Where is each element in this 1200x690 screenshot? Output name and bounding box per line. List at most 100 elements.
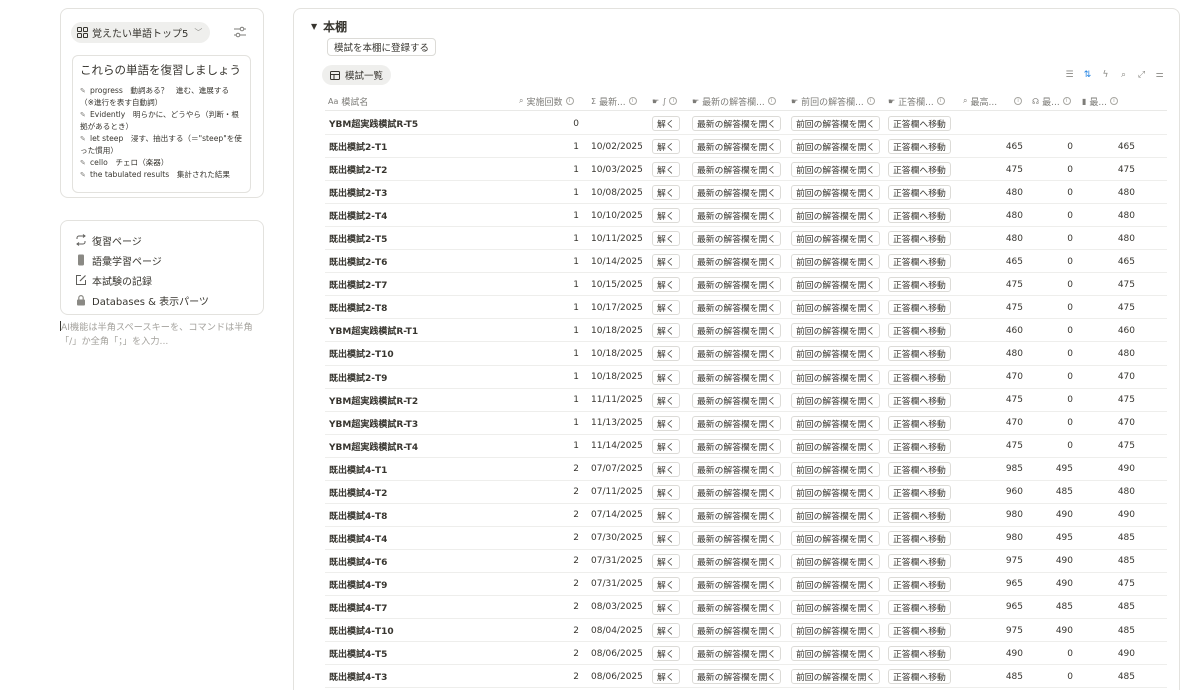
open-prev-sheet-button[interactable]: 前回の解答欄を開く	[791, 277, 881, 293]
open-prev-sheet-button[interactable]: 前回の解答欄を開く	[791, 415, 881, 431]
exam-name[interactable]: 既出模試4-T3	[329, 665, 387, 688]
solve-button[interactable]: 解く	[652, 254, 680, 270]
open-prev-sheet-button[interactable]: 前回の解答欄を開く	[791, 185, 881, 201]
automation-icon[interactable]: ϟ	[1100, 69, 1111, 80]
table-row[interactable]: 既出模試2-T9 1 10/18/2025 解く 最新の解答欄を開く 前回の解答欄を開く正…	[325, 366, 1167, 389]
go-correct-sheet-button[interactable]: 正答欄へ移動	[888, 346, 951, 362]
search-icon[interactable]: ⌕	[1118, 69, 1129, 80]
exam-name[interactable]: 既出模試2-T8	[329, 296, 387, 319]
solve-button[interactable]: 解く	[652, 438, 680, 454]
solve-button[interactable]: 解く	[652, 461, 680, 477]
solve-button[interactable]: 解く	[652, 392, 680, 408]
nav-review-page[interactable]: 復習ページ	[75, 231, 142, 249]
table-row[interactable]: 既出模試2-T6 1 10/14/2025 解く 最新の解答欄を開く 前回の解答欄を開く正…	[325, 250, 1167, 274]
open-latest-sheet-button[interactable]: 最新の解答欄を開く	[692, 162, 782, 178]
table-row[interactable]: 既出模試2-T2 1 10/03/2025 解く 最新の解答欄を開く 前回の解答欄を開く正…	[325, 158, 1167, 182]
solve-button[interactable]: 解く	[652, 162, 680, 178]
open-latest-sheet-button[interactable]: 最新の解答欄を開く	[692, 185, 782, 201]
open-latest-sheet-button[interactable]: 最新の解答欄を開く	[692, 277, 782, 293]
open-latest-sheet-button[interactable]: 最新の解答欄を開く	[692, 461, 782, 477]
exam-name[interactable]: 既出模試4-T9	[329, 573, 387, 596]
open-latest-sheet-button[interactable]: 最新の解答欄を開く	[692, 599, 782, 615]
table-row[interactable]: 既出模試4-T4 2 07/30/2025 解く 最新の解答欄を開く 前回の解答欄を開く正…	[325, 527, 1167, 550]
go-correct-sheet-button[interactable]: 正答欄へ移動	[888, 599, 951, 615]
go-correct-sheet-button[interactable]: 正答欄へ移動	[888, 277, 951, 293]
exam-name[interactable]: 既出模試2-T7	[329, 273, 387, 296]
col-name[interactable]: Aa 模試名	[328, 91, 368, 111]
go-correct-sheet-button[interactable]: 正答欄へ移動	[888, 162, 951, 178]
open-latest-sheet-button[interactable]: 最新の解答欄を開く	[692, 530, 782, 546]
open-latest-sheet-button[interactable]: 最新の解答欄を開く	[692, 553, 782, 569]
exam-name[interactable]: 既出模試2-T1	[329, 135, 387, 158]
table-row[interactable]: 既出模試4-T2 2 07/11/2025 解く 最新の解答欄を開く 前回の解答欄を開く正…	[325, 481, 1167, 504]
col-prev-sheet[interactable]: ☛ 前回の解答欄... i	[791, 91, 875, 111]
exam-name[interactable]: YBM超実践模試R-T5	[329, 112, 418, 135]
open-latest-sheet-button[interactable]: 最新の解答欄を開く	[692, 369, 782, 385]
open-latest-sheet-button[interactable]: 最新の解答欄を開く	[692, 231, 782, 247]
open-latest-sheet-button[interactable]: 最新の解答欄を開く	[692, 507, 782, 523]
open-latest-sheet-button[interactable]: 最新の解答欄を開く	[692, 116, 782, 131]
open-prev-sheet-button[interactable]: 前回の解答欄を開く	[791, 599, 881, 615]
table-row[interactable]: 既出模試2-T5 1 10/11/2025 解く 最新の解答欄を開く 前回の解答欄を開く正…	[325, 227, 1167, 251]
open-latest-sheet-button[interactable]: 最新の解答欄を開く	[692, 208, 782, 224]
register-exam-button[interactable]: 模試を本棚に登録する	[327, 38, 437, 56]
table-row[interactable]: 既出模試2-T4 1 10/10/2025 解く 最新の解答欄を開く 前回の解答欄を開く正…	[325, 204, 1167, 228]
vocab-word-item[interactable]: ✎ let steep 浸す、抽出する（＝"steep"を使った慣用）	[80, 133, 243, 157]
table-row[interactable]: YBM超実践模試R-T3 1 11/13/2025 解く 最新の解答欄を開く 前回の解答欄…	[325, 412, 1167, 435]
solve-button[interactable]: 解く	[652, 415, 680, 431]
exam-name[interactable]: 既出模試4-T10	[329, 619, 394, 642]
solve-button[interactable]: 解く	[652, 669, 680, 685]
solve-button[interactable]: 解く	[652, 576, 680, 592]
expand-icon[interactable]: ⤢	[1136, 69, 1147, 80]
solve-button[interactable]: 解く	[652, 646, 680, 662]
solve-button[interactable]: 解く	[652, 599, 680, 615]
vocab-word-item[interactable]: ✎ progress 動詞ある？ 進む、進展する（※進行を表す自動詞）	[80, 85, 243, 109]
solve-button[interactable]: 解く	[652, 277, 680, 293]
exam-name[interactable]: 既出模試2-T4	[329, 204, 387, 227]
go-correct-sheet-button[interactable]: 正答欄へ移動	[888, 484, 951, 500]
open-prev-sheet-button[interactable]: 前回の解答欄を開く	[791, 139, 881, 155]
exam-name[interactable]: YBM超実践模試R-T1	[329, 319, 418, 342]
col-correct[interactable]: ☛ 正答欄... i	[888, 91, 945, 111]
exam-name[interactable]: YBM超実践模試R-T2	[329, 389, 418, 412]
open-prev-sheet-button[interactable]: 前回の解答欄を開く	[791, 438, 881, 454]
solve-button[interactable]: 解く	[652, 139, 680, 155]
open-prev-sheet-button[interactable]: 前回の解答欄を開く	[791, 116, 881, 131]
open-prev-sheet-button[interactable]: 前回の解答欄を開く	[791, 346, 881, 362]
open-latest-sheet-button[interactable]: 最新の解答欄を開く	[692, 438, 782, 454]
bookshelf-toggle[interactable]: ▼ 本棚	[311, 18, 347, 35]
solve-button[interactable]: 解く	[652, 346, 680, 362]
open-latest-sheet-button[interactable]: 最新の解答欄を開く	[692, 300, 782, 316]
solve-button[interactable]: 解く	[652, 323, 680, 339]
table-row[interactable]: 既出模試4-T7 2 08/03/2025 解く 最新の解答欄を開く 前回の解答欄を開く正…	[325, 596, 1167, 620]
exam-name[interactable]: 既出模試2-T3	[329, 181, 387, 204]
exam-name[interactable]: 既出模試4-T8	[329, 504, 387, 527]
table-row[interactable]: 既出模試4-T1 2 07/07/2025 解く 最新の解答欄を開く 前回の解答欄を開く正…	[325, 458, 1167, 481]
open-prev-sheet-button[interactable]: 前回の解答欄を開く	[791, 369, 881, 385]
open-latest-sheet-button[interactable]: 最新の解答欄を開く	[692, 254, 782, 270]
open-prev-sheet-button[interactable]: 前回の解答欄を開く	[791, 507, 881, 523]
go-correct-sheet-button[interactable]: 正答欄へ移動	[888, 507, 951, 523]
solve-button[interactable]: 解く	[652, 530, 680, 546]
open-prev-sheet-button[interactable]: 前回の解答欄を開く	[791, 254, 881, 270]
tab-exam-list[interactable]: 模試一覧	[322, 65, 392, 85]
open-latest-sheet-button[interactable]: 最新の解答欄を開く	[692, 139, 782, 155]
table-row[interactable]: 既出模試4-T8 2 07/14/2025 解く 最新の解答欄を開く 前回の解答欄を開く正…	[325, 504, 1167, 527]
exam-name[interactable]: YBM超実践模試R-T3	[329, 412, 418, 435]
table-row[interactable]: 既出模試2-T3 1 10/08/2025 解く 最新の解答欄を開く 前回の解答欄を開く正…	[325, 181, 1167, 205]
sort-icon[interactable]: ⇅	[1082, 69, 1093, 80]
go-correct-sheet-button[interactable]: 正答欄へ移動	[888, 623, 951, 639]
open-latest-sheet-button[interactable]: 最新の解答欄を開く	[692, 623, 782, 639]
go-correct-sheet-button[interactable]: 正答欄へ移動	[888, 185, 951, 201]
open-prev-sheet-button[interactable]: 前回の解答欄を開く	[791, 461, 881, 477]
open-prev-sheet-button[interactable]: 前回の解答欄を開く	[791, 646, 881, 662]
col-count[interactable]: ⌕ 実施回数 i	[519, 91, 574, 111]
vocab-top5-chip[interactable]: 覚えたい単語トップ5 ﹀	[71, 22, 211, 43]
table-row[interactable]: 既出模試4-T6 2 07/31/2025 解く 最新の解答欄を開く 前回の解答欄を開く正…	[325, 550, 1167, 573]
table-row[interactable]: 既出模試2-T10 1 10/18/2025 解く 最新の解答欄を開く 前回の解答欄を開く…	[325, 342, 1167, 366]
exam-name[interactable]: 既出模試4-T5	[329, 642, 387, 665]
solve-button[interactable]: 解く	[652, 208, 680, 224]
open-latest-sheet-button[interactable]: 最新の解答欄を開く	[692, 346, 782, 362]
go-correct-sheet-button[interactable]: 正答欄へ移動	[888, 369, 951, 385]
table-row[interactable]: 既出模試4-T9 2 07/31/2025 解く 最新の解答欄を開く 前回の解答欄を開く正…	[325, 573, 1167, 596]
